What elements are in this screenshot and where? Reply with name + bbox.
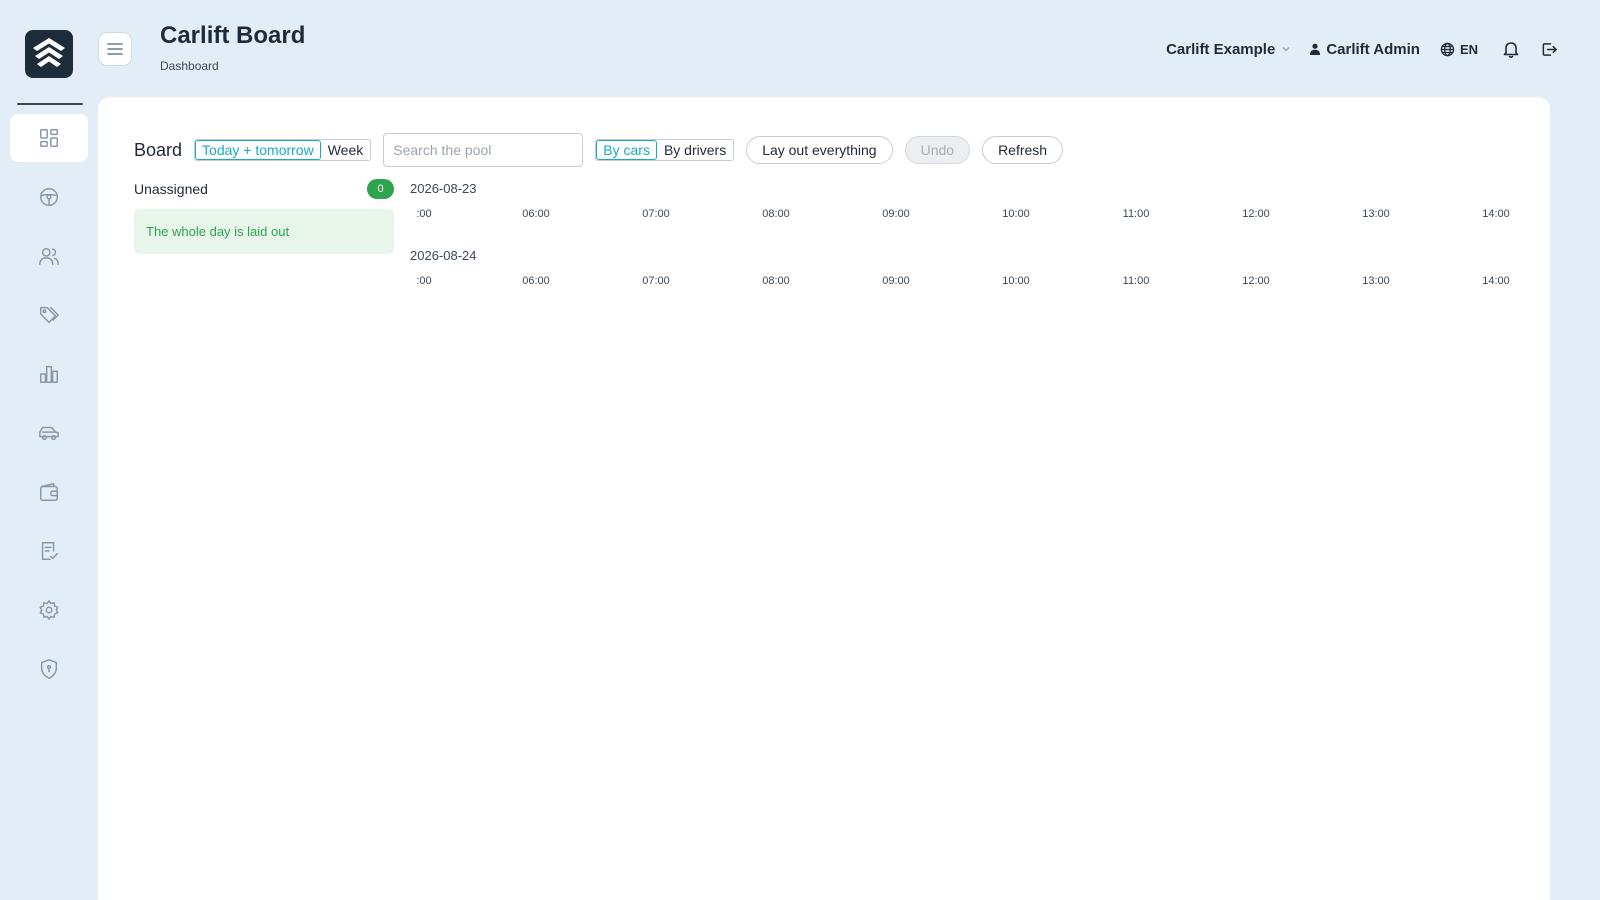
checklist-icon xyxy=(41,542,58,560)
shield-icon xyxy=(40,659,58,679)
sidebar-item-reports[interactable] xyxy=(10,350,88,398)
user-name: Carlift Admin xyxy=(1326,40,1420,58)
wallet-icon xyxy=(40,483,58,501)
hour-label: 14:00 xyxy=(1482,275,1510,287)
unassigned-header: Unassigned 0 xyxy=(134,179,394,199)
user-menu[interactable]: Carlift Admin xyxy=(1309,41,1420,58)
notifications-button[interactable] xyxy=(1502,40,1520,58)
sidebar-nav xyxy=(10,114,88,704)
hour-label: 07:00 xyxy=(642,208,670,220)
language-selector[interactable]: EN xyxy=(1440,42,1478,57)
hour-label: 06:00 xyxy=(522,208,550,220)
lay-out-everything-button[interactable]: Lay out everything xyxy=(746,136,893,164)
sidebar-item-users[interactable] xyxy=(10,232,88,280)
company-selector[interactable]: Carlift Example xyxy=(1166,41,1291,58)
sidebar-item-checklist[interactable] xyxy=(10,527,88,575)
board-card: Board Today + tomorrow Week By cars By d… xyxy=(98,97,1550,900)
undo-button[interactable]: Undo xyxy=(904,136,971,164)
user-icon xyxy=(1310,43,1321,55)
hour-label: 11:00 xyxy=(1122,275,1150,287)
hour-scale: :00 06:00 07:00 08:00 09:00 10:00 11:00 … xyxy=(410,208,1510,222)
sidebar-divider xyxy=(17,103,83,105)
hour-label: 13:00 xyxy=(1362,275,1390,287)
sidebar-item-drivers[interactable] xyxy=(10,173,88,221)
range-toggle: Today + tomorrow Week xyxy=(194,139,372,161)
hour-label: 14:00 xyxy=(1482,208,1510,220)
chevron-down-icon xyxy=(1282,46,1290,52)
by-cars-button[interactable]: By cars xyxy=(596,140,657,160)
sidebar-item-wallet[interactable] xyxy=(10,468,88,516)
hour-label: 12:00 xyxy=(1242,208,1270,220)
gear-icon xyxy=(39,600,59,620)
steering-wheel-icon xyxy=(40,188,58,206)
tags-icon xyxy=(40,306,59,324)
hour-label: 11:00 xyxy=(1122,208,1150,220)
language-code: EN xyxy=(1459,41,1478,57)
board-toolbar: Board Today + tomorrow Week By cars By d… xyxy=(134,133,1064,167)
day-date: 2026-08-23 xyxy=(410,181,477,196)
unassigned-empty-message: The whole day is laid out xyxy=(134,209,394,254)
bell-icon xyxy=(1503,42,1519,58)
hour-label: 08:00 xyxy=(762,208,790,220)
logout-icon xyxy=(1542,42,1557,56)
by-drivers-button[interactable]: By drivers xyxy=(656,140,734,160)
range-today-tomorrow-button[interactable]: Today + tomorrow xyxy=(195,140,321,160)
users-icon xyxy=(39,247,59,265)
sidebar-item-cars[interactable] xyxy=(10,409,88,457)
header-actions: Carlift Example Carlift Admin EN xyxy=(1166,38,1558,60)
menu-toggle-button[interactable] xyxy=(98,32,132,66)
hamburger-icon xyxy=(107,43,123,55)
hour-label: 10:00 xyxy=(1002,275,1030,287)
refresh-button[interactable]: Refresh xyxy=(982,136,1064,164)
bar-chart-icon xyxy=(40,365,58,383)
breadcrumb[interactable]: Dashboard xyxy=(160,59,219,73)
sidebar-item-tags[interactable] xyxy=(10,291,88,339)
unassigned-label: Unassigned xyxy=(134,181,208,197)
timeline-day-2: 2026-08-24 :00 06:00 07:00 08:00 09:00 1… xyxy=(410,248,1510,289)
sidebar-item-dashboard[interactable] xyxy=(10,114,88,162)
hour-label: 12:00 xyxy=(1242,275,1270,287)
day-date: 2026-08-24 xyxy=(410,248,477,263)
timeline-day-1: 2026-08-23 :00 06:00 07:00 08:00 09:00 1… xyxy=(410,181,1510,222)
sidebar-item-security[interactable] xyxy=(10,645,88,693)
hour-label: 09:00 xyxy=(882,208,910,220)
hour-label: 13:00 xyxy=(1362,208,1390,220)
page-title: Carlift Board xyxy=(160,22,306,49)
sidebar-item-settings[interactable] xyxy=(10,586,88,634)
hour-label: 09:00 xyxy=(882,275,910,287)
hour-label: 06:00 xyxy=(522,275,550,287)
hour-label: :00 xyxy=(416,275,432,287)
logout-button[interactable] xyxy=(1541,41,1558,58)
company-name: Carlift Example xyxy=(1166,40,1276,58)
hour-label: 07:00 xyxy=(642,275,670,287)
hour-label: 08:00 xyxy=(762,275,790,287)
board-title: Board xyxy=(134,139,183,160)
unassigned-count-badge: 0 xyxy=(367,179,394,199)
globe-icon xyxy=(1440,42,1455,56)
hour-label: 10:00 xyxy=(1002,208,1030,220)
hour-label: :00 xyxy=(416,208,432,220)
range-week-button[interactable]: Week xyxy=(320,140,371,160)
hour-scale: :00 06:00 07:00 08:00 09:00 10:00 11:00 … xyxy=(410,275,1510,289)
layers-logo-icon xyxy=(33,38,65,67)
app-logo[interactable] xyxy=(25,30,73,78)
group-toggle: By cars By drivers xyxy=(595,139,735,161)
car-icon xyxy=(39,426,59,441)
dashboard-icon xyxy=(40,129,58,147)
pool-search-input[interactable] xyxy=(383,133,584,167)
